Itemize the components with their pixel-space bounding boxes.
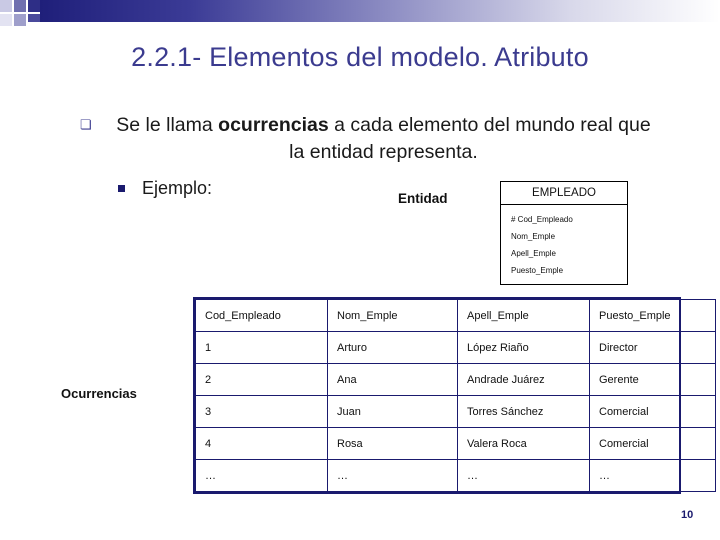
table-row: 4 Rosa Valera Roca Comercial [195,427,716,460]
square-dot-bullet-icon [118,185,142,192]
table-cell: Comercial [589,395,716,428]
table-header-cell: Nom_Emple [327,299,458,332]
table-cell: Director [589,331,716,364]
bullet-level1-text: Se le llama ocurrencias a cada elemento … [106,112,661,166]
table-row: 3 Juan Torres Sánchez Comercial [195,395,716,428]
deco-gradient-bar [40,0,720,22]
deco-square-5 [14,14,26,26]
table-cell: … [457,459,590,492]
entity-attribute: Puesto_Emple [511,266,564,275]
table-header-row: Cod_Empleado Nom_Emple Apell_Emple Puest… [195,299,716,332]
deco-square-3 [28,0,40,12]
table-header-cell: Cod_Empleado [195,299,328,332]
deco-square-4 [0,14,12,26]
square-bullet-icon: ❏ [80,117,92,132]
table-cell: Comercial [589,427,716,460]
table-header-cell: Apell_Emple [457,299,590,332]
table-cell: Arturo [327,331,458,364]
table-row: 1 Arturo López Riaño Director [195,331,716,364]
entity-attribute-list: # Cod_Empleado Nom_Emple Apell_Emple Pue… [501,205,627,284]
table-cell: Juan [327,395,458,428]
table-cell: Gerente [589,363,716,396]
bullet-level2-text: Ejemplo: [142,178,213,198]
deco-square-1 [0,0,12,12]
table-cell: 2 [195,363,328,396]
table-cell: Rosa [327,427,458,460]
page-title: 2.2.1- Elementos del modelo. Atributo [131,42,589,72]
table-cell: Andrade Juárez [457,363,590,396]
table-row: 2 Ana Andrade Juárez Gerente [195,363,716,396]
table-cell: Ana [327,363,458,396]
table-row: … … … … [195,459,716,492]
deco-square-2 [14,0,26,12]
entity-attribute: Apell_Emple [511,249,556,258]
bullet-text-after: a cada elemento del mundo real que la en… [289,114,651,163]
entity-attribute: Nom_Emple [511,232,556,241]
bullet-level2: Ejemplo: [118,178,212,199]
table-cell: Valera Roca [457,427,590,460]
table-cell: 1 [195,331,328,364]
table-cell: … [195,459,328,492]
deco-square-6 [28,14,40,22]
bullet-text-before: Se le llama [116,114,219,136]
table-cell: 3 [195,395,328,428]
bullet-level1: ❏ Se le llama ocurrencias a cada element… [80,112,670,166]
table-header-cell: Puesto_Emple [589,299,716,332]
table-cell: … [327,459,458,492]
bullet-text-bold: ocurrencias [218,114,329,136]
table-cell: Torres Sánchez [457,395,590,428]
ocurrencias-label: Ocurrencias [61,386,137,401]
entity-name: EMPLEADO [501,182,627,205]
table-cell: … [589,459,716,492]
header-decoration [0,0,720,34]
ocurrencias-table: Cod_Empleado Nom_Emple Apell_Emple Puest… [193,297,716,494]
table-cell: López Riaño [457,331,590,364]
page-number: 10 [681,509,694,521]
entity-attribute: # Cod_Empleado [511,215,573,224]
entity-box: EMPLEADO # Cod_Empleado Nom_Emple Apell_… [500,181,628,285]
table-cell: 4 [195,427,328,460]
entidad-label: Entidad [398,191,448,206]
